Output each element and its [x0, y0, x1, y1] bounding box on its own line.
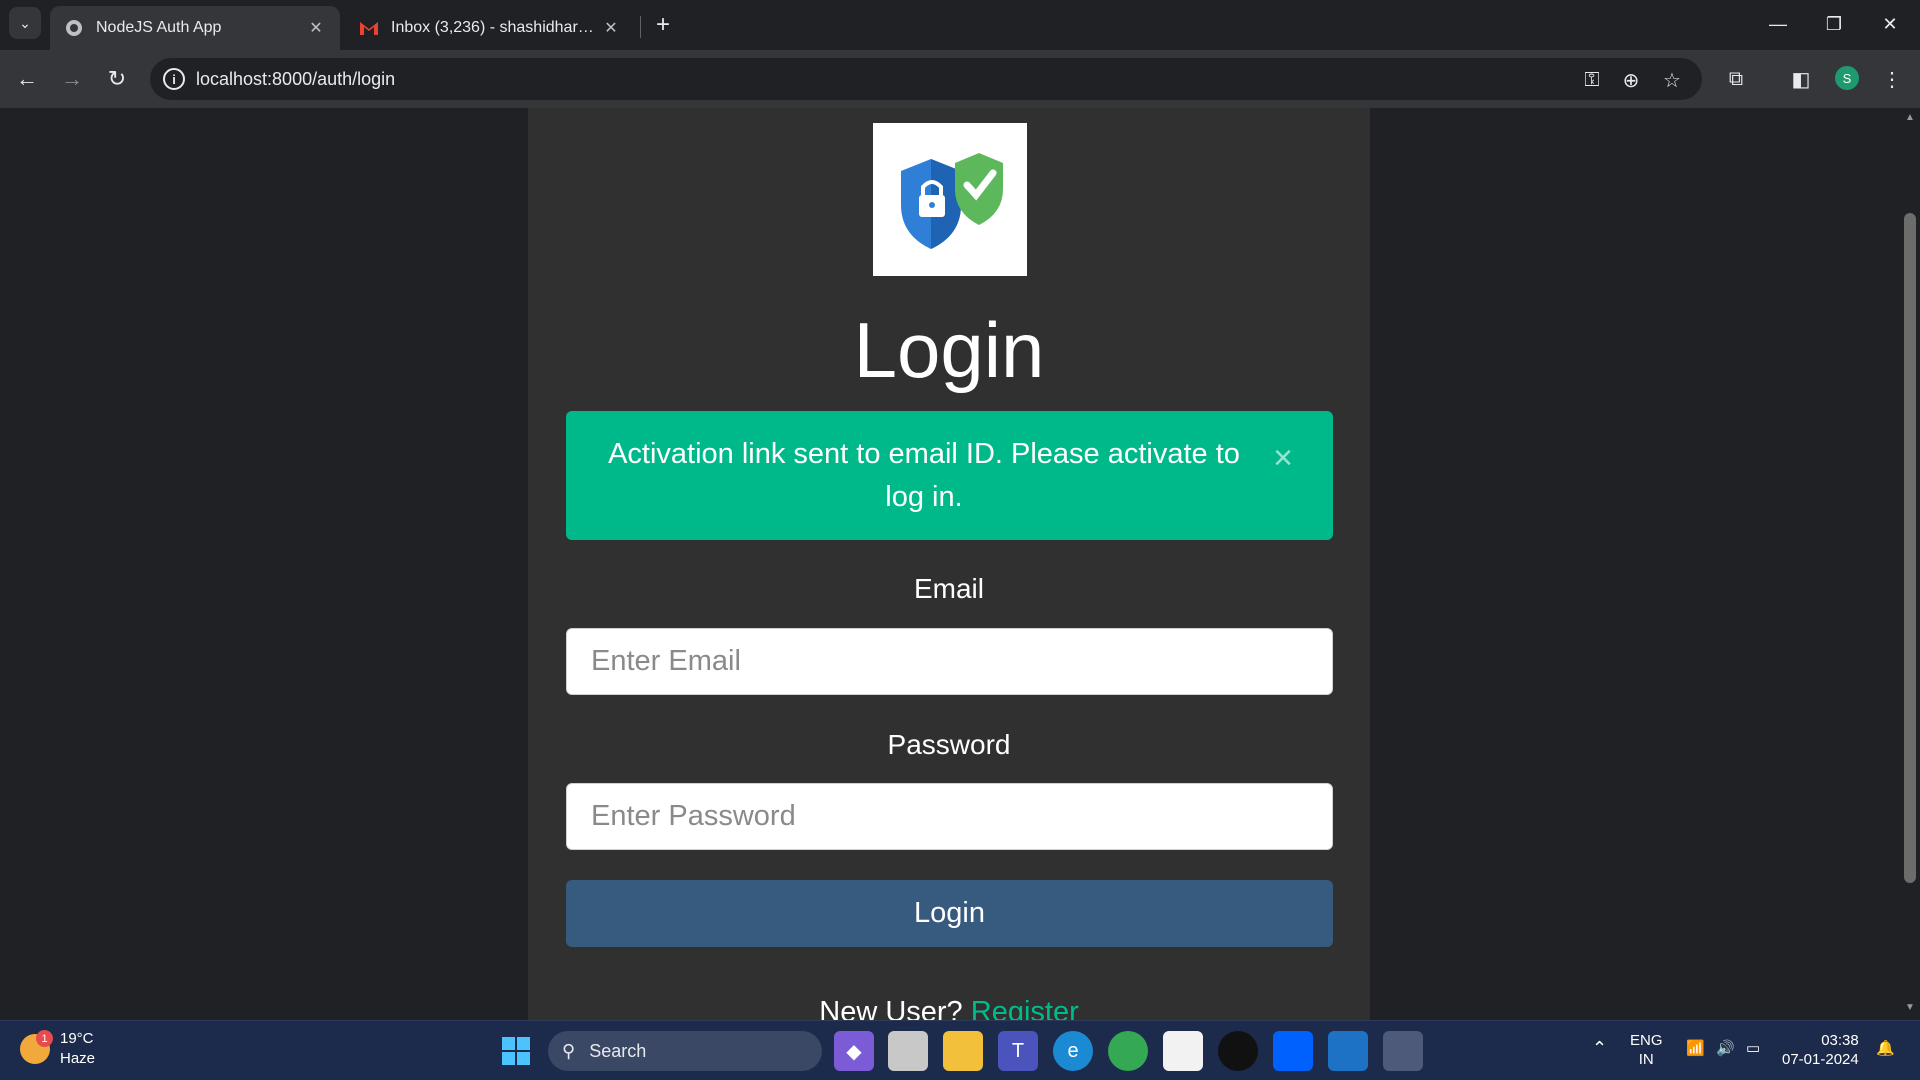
github-icon[interactable] [1218, 1031, 1258, 1071]
wifi-icon[interactable]: 📶 [1686, 1039, 1705, 1058]
search-icon: ⚲ [562, 1040, 576, 1061]
menu-icon[interactable]: ⋮ [1876, 62, 1908, 96]
clock[interactable]: 03:38 07-01-2024 [1782, 1031, 1859, 1069]
alert-close-icon[interactable]: × [1266, 439, 1300, 477]
windows-taskbar: 1 19°C Haze ⚲ Search ◆ T e ⌃ ENG IN 📶 🔊 … [0, 1020, 1920, 1080]
weather-haze-icon: 1 [20, 1030, 53, 1064]
tab-strip: ⌄ NodeJS Auth App ✕ Inbox (3,236) - shas… [0, 0, 1920, 50]
activation-alert: Activation link sent to email ID. Please… [566, 411, 1333, 540]
weather-desc: Haze [60, 1050, 96, 1067]
page-scrollbar[interactable]: ▲ ▼ [1900, 108, 1920, 1020]
chevron-down-icon: ⌄ [19, 14, 31, 31]
search-label: Search [589, 1040, 647, 1061]
alert-message: Activation link sent to email ID. Please… [608, 438, 1240, 513]
dropbox-icon[interactable] [1273, 1031, 1313, 1071]
close-icon[interactable]: ✕ [601, 18, 621, 38]
tab-title: Inbox (3,236) - shashidharbollu [391, 19, 601, 36]
chrome-active-icon[interactable] [1383, 1031, 1423, 1071]
zoom-icon[interactable]: ⊕ [1617, 66, 1645, 94]
weather-badge: 1 [36, 1030, 53, 1047]
clock-time: 03:38 [1821, 1032, 1859, 1049]
email-label: Email [913, 573, 984, 604]
copilot-icon[interactable]: ◆ [834, 1031, 874, 1071]
email-field[interactable] [566, 628, 1333, 695]
password-key-icon[interactable]: ⚿ [1578, 66, 1606, 94]
tray-chevron-icon[interactable]: ⌃ [1592, 1039, 1607, 1058]
restore-icon[interactable]: ❐ [1806, 0, 1862, 48]
lang-bottom: IN [1638, 1051, 1654, 1068]
file-explorer-icon[interactable] [943, 1031, 983, 1071]
lang-top: ENG [1630, 1032, 1663, 1049]
tab-search-button[interactable]: ⌄ [9, 7, 41, 39]
chrome-icon[interactable] [1108, 1031, 1148, 1071]
gmail-icon [359, 18, 379, 38]
globe-icon [64, 18, 84, 38]
notification-bell-icon[interactable]: 🔔 [1876, 1039, 1895, 1058]
scrollbar-thumb[interactable] [1904, 213, 1916, 883]
site-info-icon[interactable]: i [163, 68, 185, 90]
close-icon[interactable]: ✕ [306, 18, 326, 38]
browser-toolbar: ← → ↻ i localhost:8000/auth/login ⚿ ⊕ ☆ … [0, 50, 1920, 108]
side-panel-icon[interactable]: ◧ [1785, 62, 1817, 96]
browser-chrome: ⌄ NodeJS Auth App ✕ Inbox (3,236) - shas… [0, 0, 1920, 108]
url-text[interactable]: localhost:8000/auth/login [196, 69, 395, 90]
tab-gmail-inbox[interactable]: Inbox (3,236) - shashidharbollu ✕ [345, 6, 635, 50]
weather-widget[interactable]: 1 19°C Haze [20, 1029, 95, 1069]
password-label: Password [887, 729, 1011, 760]
weather-temp: 19°C [60, 1030, 94, 1047]
password-field[interactable] [566, 783, 1333, 850]
profile-avatar[interactable]: S [1835, 66, 1859, 90]
edge-icon[interactable]: e [1053, 1031, 1093, 1071]
security-shield-logo [873, 123, 1027, 276]
address-bar[interactable]: i localhost:8000/auth/login ⚿ ⊕ ☆ [150, 58, 1702, 100]
new-tab-button[interactable]: + [648, 10, 678, 40]
reload-icon[interactable]: ↻ [99, 61, 135, 97]
scroll-down-icon[interactable]: ▼ [1904, 1002, 1916, 1016]
forward-icon[interactable]: → [54, 61, 90, 97]
microsoft-store-icon[interactable] [1163, 1031, 1203, 1071]
task-view-icon[interactable] [888, 1031, 928, 1071]
extensions-icon[interactable]: ⧉ [1720, 62, 1752, 96]
bookmark-star-icon[interactable]: ☆ [1658, 66, 1686, 94]
teams-icon[interactable]: T [998, 1031, 1038, 1071]
windows-start-icon[interactable] [496, 1031, 536, 1071]
minimize-icon[interactable]: — [1750, 0, 1806, 48]
login-button[interactable]: Login [566, 880, 1333, 947]
page-title: Login [853, 306, 1045, 394]
tab-title: NodeJS Auth App [96, 19, 222, 36]
scroll-up-icon[interactable]: ▲ [1904, 112, 1916, 126]
volume-icon[interactable]: 🔊 [1716, 1039, 1735, 1058]
close-window-icon[interactable]: ✕ [1862, 0, 1918, 48]
taskbar-search[interactable]: ⚲ Search [548, 1031, 822, 1071]
back-icon[interactable]: ← [9, 61, 45, 97]
language-indicator[interactable]: ENG IN [1630, 1031, 1663, 1069]
vscode-icon[interactable] [1328, 1031, 1368, 1071]
tab-nodejs-auth-app[interactable]: NodeJS Auth App ✕ [50, 6, 340, 50]
clock-date: 07-01-2024 [1782, 1051, 1859, 1068]
tab-separator [640, 16, 641, 38]
battery-icon[interactable]: ▭ [1746, 1039, 1760, 1058]
